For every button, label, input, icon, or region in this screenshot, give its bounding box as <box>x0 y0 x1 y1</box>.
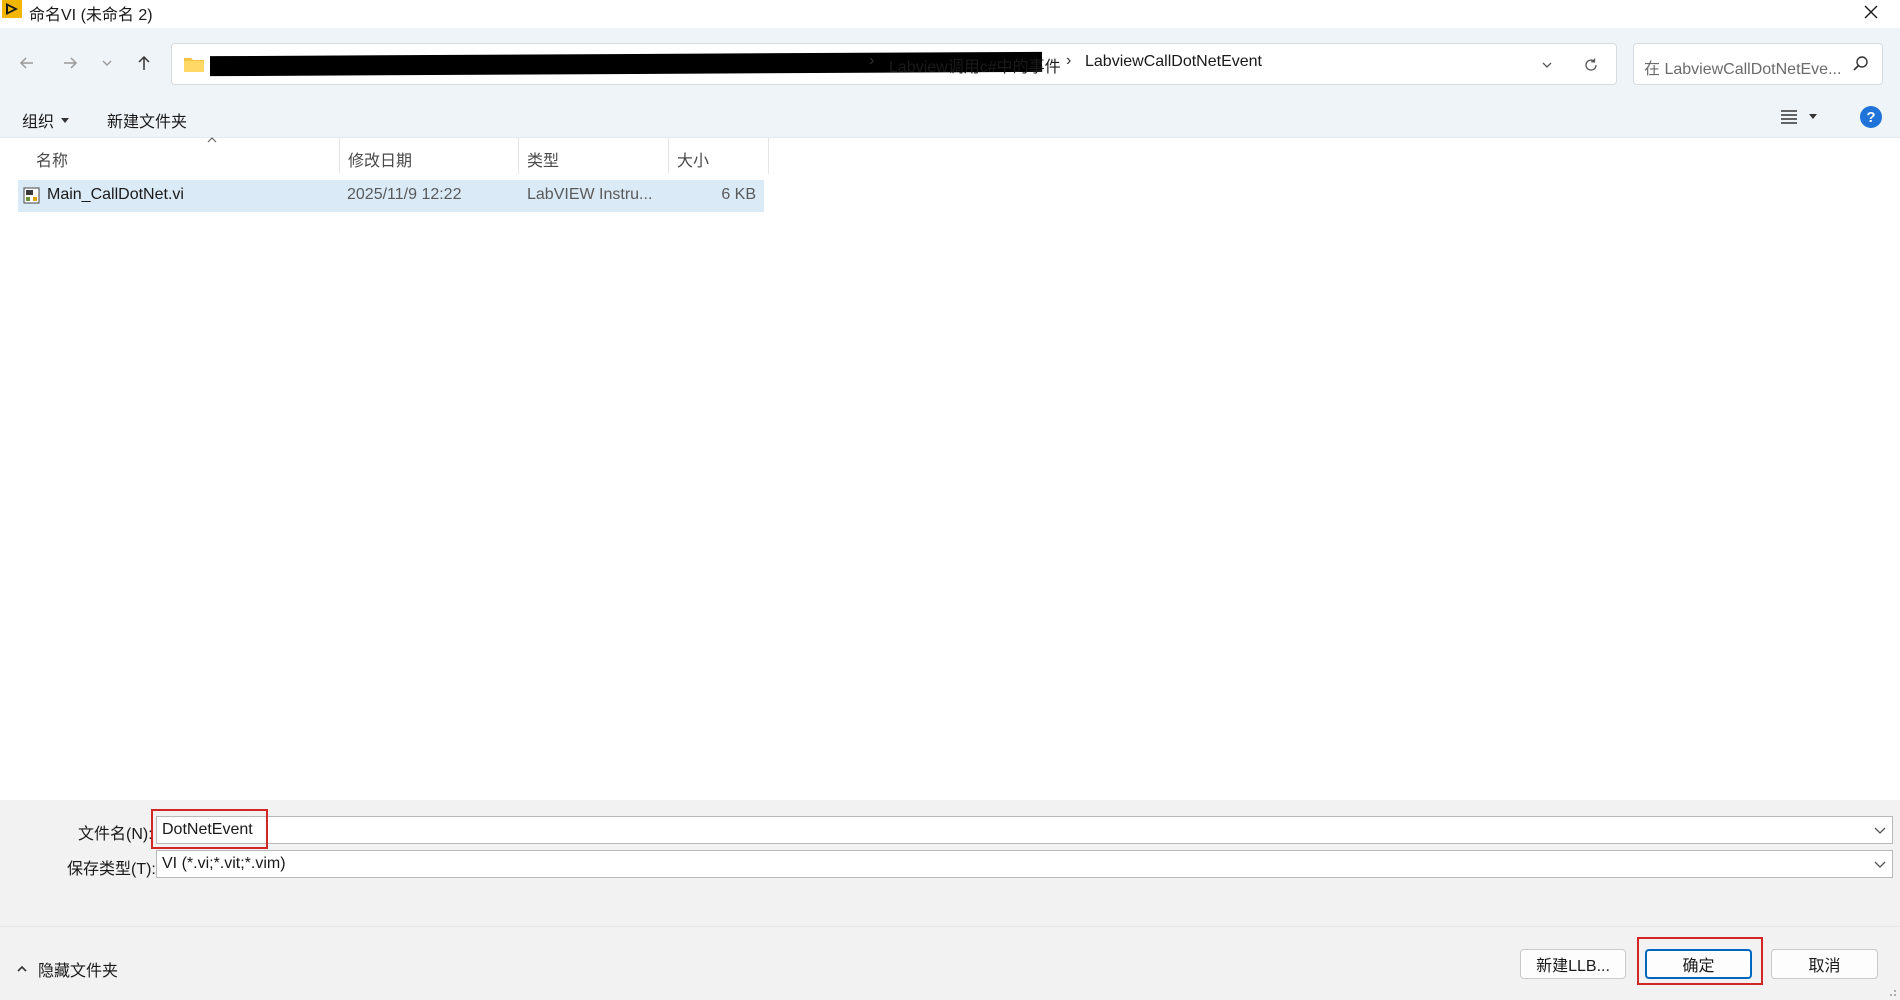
organize-button[interactable]: 组织 <box>22 108 70 132</box>
hide-folders-label: 隐藏文件夹 <box>38 963 119 980</box>
refresh-icon <box>1585 58 1597 71</box>
breadcrumb-item[interactable]: LabviewCallDotNetEvent <box>1085 53 1262 71</box>
view-options-button[interactable] <box>1780 108 1818 124</box>
arrow-right-icon <box>64 57 78 69</box>
forward-button[interactable] <box>55 48 85 78</box>
file-size: 6 KB <box>721 186 756 203</box>
column-header-type[interactable]: 类型 <box>519 138 669 174</box>
vi-file-icon <box>23 187 40 204</box>
caret-down-icon <box>61 118 70 123</box>
back-button[interactable] <box>12 48 42 78</box>
new-llb-button[interactable]: 新建LLB... <box>1520 949 1626 979</box>
command-bar: 组织 新建文件夹 ? <box>0 98 1900 138</box>
file-type: LabVIEW Instru... <box>527 186 653 203</box>
column-modified-label: 修改日期 <box>348 153 413 170</box>
search-input[interactable]: 在 LabviewCallDotNetEve... <box>1633 43 1883 85</box>
sort-ascending-icon <box>207 137 217 143</box>
file-modified: 2025/11/9 12:22 <box>347 186 462 203</box>
filetype-select[interactable]: VI (*.vi;*.vit;*.vim) <box>156 850 1893 878</box>
search-icon <box>1853 56 1868 71</box>
labview-icon <box>2 0 22 18</box>
recent-locations-button[interactable] <box>94 48 120 78</box>
chevron-down-icon <box>1542 62 1552 68</box>
organize-label: 组织 <box>22 114 55 131</box>
arrow-up-icon <box>138 55 150 70</box>
breadcrumb-separator: › <box>869 52 875 69</box>
search-placeholder: 在 LabviewCallDotNetEve... <box>1644 61 1842 78</box>
column-size-label: 大小 <box>677 153 710 170</box>
column-type-label: 类型 <box>527 153 560 170</box>
address-dropdown-button[interactable] <box>1536 54 1558 76</box>
filetype-label: 保存类型(T): <box>67 861 156 878</box>
column-header-size[interactable]: 大小 <box>669 138 769 174</box>
file-row[interactable]: Main_CallDotNet.vi 2025/11/9 12:22 LabVI… <box>18 180 764 212</box>
title-bar: 命名VI (未命名 2) <box>0 0 1900 28</box>
breadcrumb-item[interactable]: Labview调用c#中的事件 <box>889 53 1061 77</box>
new-folder-label: 新建文件夹 <box>107 114 188 131</box>
column-header-modified[interactable]: 修改日期 <box>340 138 519 174</box>
folder-icon <box>184 58 204 72</box>
caret-down-icon <box>1809 114 1817 119</box>
chevron-down-icon[interactable] <box>1872 822 1888 838</box>
resize-grip-icon[interactable] <box>1884 984 1898 998</box>
refresh-button[interactable] <box>1580 54 1602 76</box>
chevron-down-icon[interactable] <box>1872 856 1888 872</box>
breadcrumb-separator: › <box>1066 52 1072 69</box>
column-name-label: 名称 <box>36 153 69 170</box>
save-fields: 文件名(N): DotNetEvent 保存类型(T): VI (*.vi;*.… <box>0 800 1900 926</box>
highlight-box <box>151 809 268 849</box>
navigation-bar: › Labview调用c#中的事件 › LabviewCallDotNetEve… <box>0 28 1900 98</box>
address-bar[interactable]: › Labview调用c#中的事件 › LabviewCallDotNetEve… <box>171 43 1617 85</box>
chevron-down-icon <box>102 60 112 66</box>
dialog-footer: 隐藏文件夹 新建LLB... 确定 取消 <box>0 926 1900 1000</box>
arrow-left-icon <box>19 57 33 69</box>
filetype-value: VI (*.vi;*.vit;*.vim) <box>162 855 286 872</box>
cancel-button[interactable]: 取消 <box>1771 949 1878 979</box>
close-button[interactable] <box>1858 0 1884 24</box>
list-view-icon <box>1781 110 1797 124</box>
filename-label: 文件名(N): <box>78 826 153 843</box>
chevron-up-icon <box>17 965 27 972</box>
close-icon <box>1864 5 1878 19</box>
file-name: Main_CallDotNet.vi <box>47 186 184 203</box>
window-title: 命名VI (未命名 2) <box>29 7 153 24</box>
column-header-name[interactable]: 名称 <box>28 137 340 174</box>
help-button[interactable]: ? <box>1860 106 1882 128</box>
file-list: 名称 修改日期 类型 大小 Main_CallDotNet.vi 2025/11… <box>0 137 1900 800</box>
new-folder-button[interactable]: 新建文件夹 <box>107 108 187 132</box>
hide-folders-button[interactable]: 隐藏文件夹 <box>16 957 118 981</box>
up-button[interactable] <box>129 48 159 78</box>
highlight-box <box>1637 937 1763 985</box>
filename-field[interactable]: DotNetEvent <box>156 816 1893 844</box>
